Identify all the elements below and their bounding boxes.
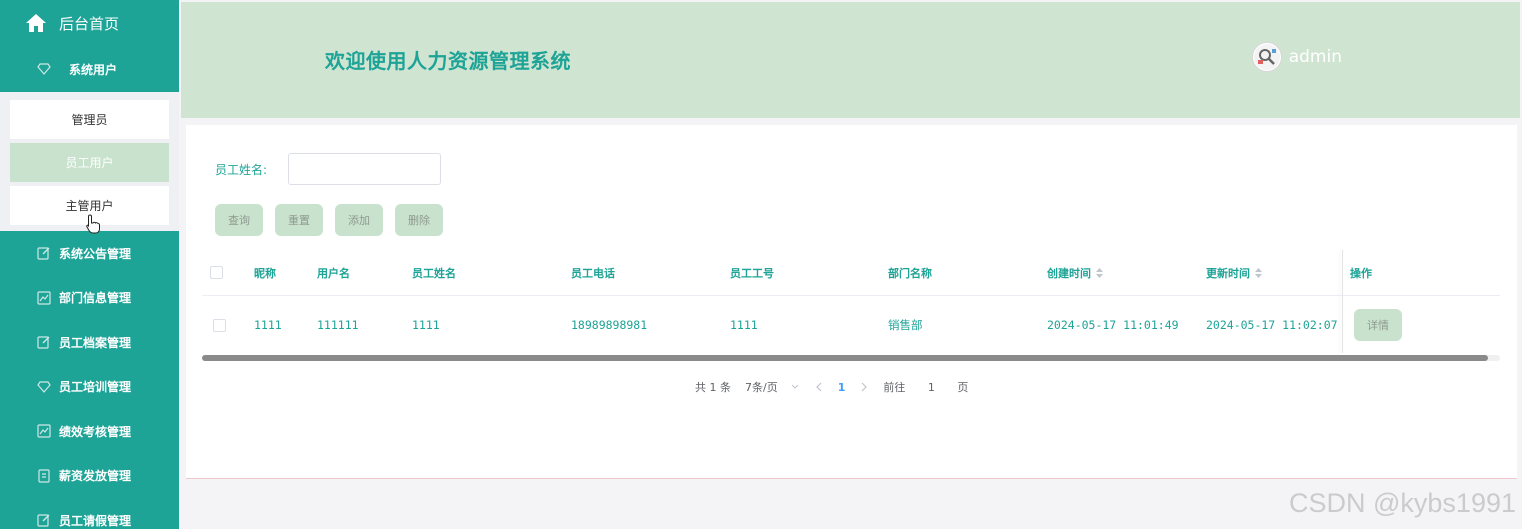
username: admin	[1288, 47, 1342, 67]
column-header: 用户名	[317, 266, 350, 280]
prev-page-icon[interactable]	[814, 382, 824, 392]
sub-item-label: 主管用户	[65, 199, 114, 213]
diamond-icon	[37, 381, 51, 393]
sidebar-item-notice[interactable]: 系统公告管理	[0, 231, 179, 276]
sort-icon[interactable]	[1096, 267, 1103, 278]
sidebar-home-label: 后台首页	[59, 14, 120, 33]
column-header-label: 创建时间	[1047, 266, 1091, 280]
sidebar-sub-item-admin[interactable]: 管理员	[10, 100, 169, 139]
chart-icon	[37, 291, 51, 305]
sidebar-item-training[interactable]: 员工培训管理	[0, 365, 179, 410]
fixed-column-divider	[1342, 250, 1343, 353]
sidebar-item-label: 员工档案管理	[59, 335, 132, 350]
table-row: 1111 111111 1111 18989898981 1111 销售部 20…	[202, 296, 1500, 354]
cell-department: 销售部	[888, 318, 923, 332]
sidebar-item-salary[interactable]: 薪资发放管理	[0, 454, 179, 499]
watermark: CSDN @kybs1991	[1289, 488, 1516, 518]
edit-icon	[37, 247, 50, 260]
pagination: 共 1 条 7条/页 1 前往 1 页	[695, 379, 982, 395]
sidebar-item-department[interactable]: 部门信息管理	[0, 276, 179, 321]
hand-cursor-icon	[86, 214, 100, 234]
chart-icon	[37, 424, 51, 438]
sidebar-item-label: 绩效考核管理	[59, 424, 132, 439]
divider	[186, 478, 1517, 479]
sidebar-item-label: 员工培训管理	[59, 380, 132, 395]
select-all-checkbox[interactable]	[210, 266, 223, 279]
column-header: 员工电话	[571, 266, 615, 280]
table-header: 昵称 用户名 员工姓名 员工电话 员工工号 部门名称 创建时间 更新时间 操作	[202, 250, 1500, 296]
cell-updated: 2024-05-17 11:02:07	[1206, 318, 1338, 332]
column-header: 部门名称	[888, 266, 932, 280]
sub-item-label: 管理员	[71, 113, 108, 127]
delete-button[interactable]: 删除	[395, 204, 443, 236]
user-menu[interactable]: admin	[1251, 42, 1342, 72]
sidebar-item-label: 部门信息管理	[59, 291, 132, 306]
goto-label: 前往	[883, 381, 906, 394]
sidebar: 后台首页 系统用户 管理员 员工用户 主管用户 系统公告管理 部门信息管理 员工…	[0, 0, 179, 529]
diamond-icon	[37, 63, 51, 75]
chevron-down-icon	[791, 384, 799, 389]
query-button[interactable]: 查询	[215, 204, 263, 236]
avatar	[1251, 42, 1282, 72]
sidebar-item-label: 薪资发放管理	[59, 469, 132, 484]
document-icon	[38, 469, 50, 483]
detail-button[interactable]: 详情	[1354, 309, 1402, 341]
column-header: 昵称	[254, 266, 276, 280]
column-header: 员工姓名	[412, 266, 456, 280]
cell-username: 111111	[317, 318, 359, 332]
sidebar-group-label: 系统用户	[69, 62, 118, 77]
column-header: 员工工号	[730, 266, 774, 280]
scrollbar-thumb[interactable]	[202, 355, 1488, 361]
edit-icon	[37, 514, 50, 527]
horizontal-scrollbar[interactable]	[202, 355, 1500, 361]
sidebar-sub-item-employee-users[interactable]: 员工用户	[10, 143, 169, 182]
column-header-created[interactable]: 创建时间	[1047, 250, 1103, 295]
sidebar-home[interactable]: 后台首页	[0, 0, 179, 46]
search-label: 员工姓名:	[215, 163, 268, 177]
main-content: 员工姓名: 查询 重置 添加 删除 昵称 用户名 员工姓名 员工电话 员工工号 …	[186, 125, 1517, 478]
sidebar-item-label: 员工请假管理	[59, 513, 132, 528]
reset-button[interactable]: 重置	[275, 204, 323, 236]
column-header-updated[interactable]: 更新时间	[1206, 250, 1262, 295]
sort-icon[interactable]	[1255, 267, 1262, 278]
employee-name-input[interactable]	[288, 153, 441, 185]
cell-phone: 18989898981	[571, 318, 648, 332]
row-checkbox[interactable]	[213, 318, 226, 332]
column-header: 操作	[1350, 266, 1372, 280]
next-page-icon[interactable]	[859, 382, 869, 392]
sub-item-label: 员工用户	[65, 156, 114, 170]
sidebar-item-label: 系统公告管理	[59, 246, 132, 261]
cell-created: 2024-05-17 11:01:49	[1047, 318, 1179, 332]
action-buttons: 查询 重置 添加 删除	[215, 204, 443, 236]
page-size-select[interactable]: 7条/页	[745, 379, 800, 395]
sidebar-submenu: 管理员 员工用户 主管用户	[0, 92, 179, 231]
cell-nickname: 1111	[254, 318, 282, 332]
page-size-value: 7条/页	[745, 381, 778, 394]
page-label: 页	[957, 381, 969, 394]
edit-icon	[37, 336, 50, 349]
pagination-total: 共 1 条	[695, 381, 731, 394]
page-title: 欢迎使用人力资源管理系统	[325, 49, 571, 73]
column-header-label: 更新时间	[1206, 266, 1250, 280]
sidebar-item-performance[interactable]: 绩效考核管理	[0, 409, 179, 454]
sidebar-item-archive[interactable]: 员工档案管理	[0, 320, 179, 365]
sidebar-group-system-users[interactable]: 系统用户	[0, 46, 179, 92]
cell-name: 1111	[412, 318, 440, 332]
cell-employee-no: 1111	[730, 318, 758, 332]
sidebar-item-leave[interactable]: 员工请假管理	[0, 498, 179, 529]
home-icon	[26, 14, 46, 32]
goto-page-input[interactable]: 1	[919, 381, 943, 394]
data-table: 昵称 用户名 员工姓名 员工电话 员工工号 部门名称 创建时间 更新时间 操作	[202, 250, 1500, 354]
header: 欢迎使用人力资源管理系统 admin	[181, 2, 1520, 118]
add-button[interactable]: 添加	[335, 204, 383, 236]
page-number-current[interactable]: 1	[838, 381, 846, 394]
